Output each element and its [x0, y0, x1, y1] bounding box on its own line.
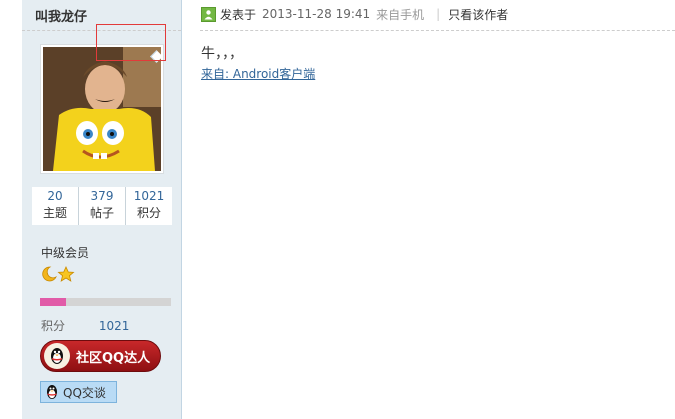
qq-chat-button[interactable]: QQ交谈 — [40, 381, 117, 403]
highlight-box — [96, 24, 166, 61]
star-icon — [57, 266, 75, 282]
member-level[interactable]: 中级会员 — [41, 244, 89, 261]
author-username[interactable]: 叫我龙仔 — [35, 6, 87, 25]
qq-expert-button[interactable]: 社区QQ达人 — [40, 340, 161, 372]
qq-expert-label: 社区QQ达人 — [76, 350, 151, 366]
avatar[interactable] — [43, 47, 161, 171]
author-sidebar: 叫我龙仔 20 主题 379 帖子 1021 积分 中级会员 积分 1021 社… — [22, 0, 182, 419]
level-progress-bar — [40, 298, 171, 306]
level-progress-fill — [40, 298, 67, 306]
qq-penguin-icon — [44, 343, 70, 369]
post-divider — [200, 30, 675, 31]
stat-posts-value[interactable]: 379 — [79, 187, 125, 205]
points-value: 1021 — [98, 319, 130, 333]
stat-threads[interactable]: 20 主题 — [32, 187, 79, 225]
points-label: 积分 — [41, 319, 66, 333]
stat-posts-label: 帖子 — [89, 206, 114, 220]
post-from-mobile: 来自手机 — [376, 7, 425, 22]
stat-threads-label: 主题 — [42, 206, 67, 220]
qq-chat-icon — [45, 384, 59, 400]
post-meta: 发表于 2013-11-28 19:41 来自手机 | 只看该作者 — [201, 5, 508, 23]
stat-points-label: 积分 — [136, 206, 161, 220]
only-author-link[interactable]: 只看该作者 — [448, 6, 508, 23]
stat-threads-value[interactable]: 20 — [32, 187, 78, 205]
qq-chat-label: QQ交谈 — [63, 385, 106, 400]
post-source-link[interactable]: 来自: Android客户端 — [201, 65, 315, 82]
online-status-icon — [201, 6, 216, 22]
stat-points-value[interactable]: 1021 — [126, 187, 172, 205]
avatar-frame[interactable] — [40, 44, 164, 174]
level-icons — [41, 266, 75, 284]
post-date: 2013-11-28 19:41 — [262, 7, 371, 21]
avatar-image — [43, 47, 161, 171]
author-stats: 20 主题 379 帖子 1021 积分 — [32, 187, 172, 225]
published-label: 发表于 — [220, 7, 257, 22]
points-row: 积分 1021 — [41, 317, 129, 334]
stat-posts[interactable]: 379 帖子 — [79, 187, 126, 225]
meta-separator: | — [436, 7, 441, 21]
stat-points[interactable]: 1021 积分 — [126, 187, 172, 225]
moon-icon — [42, 266, 57, 282]
post-content: 牛，，， — [201, 46, 243, 62]
